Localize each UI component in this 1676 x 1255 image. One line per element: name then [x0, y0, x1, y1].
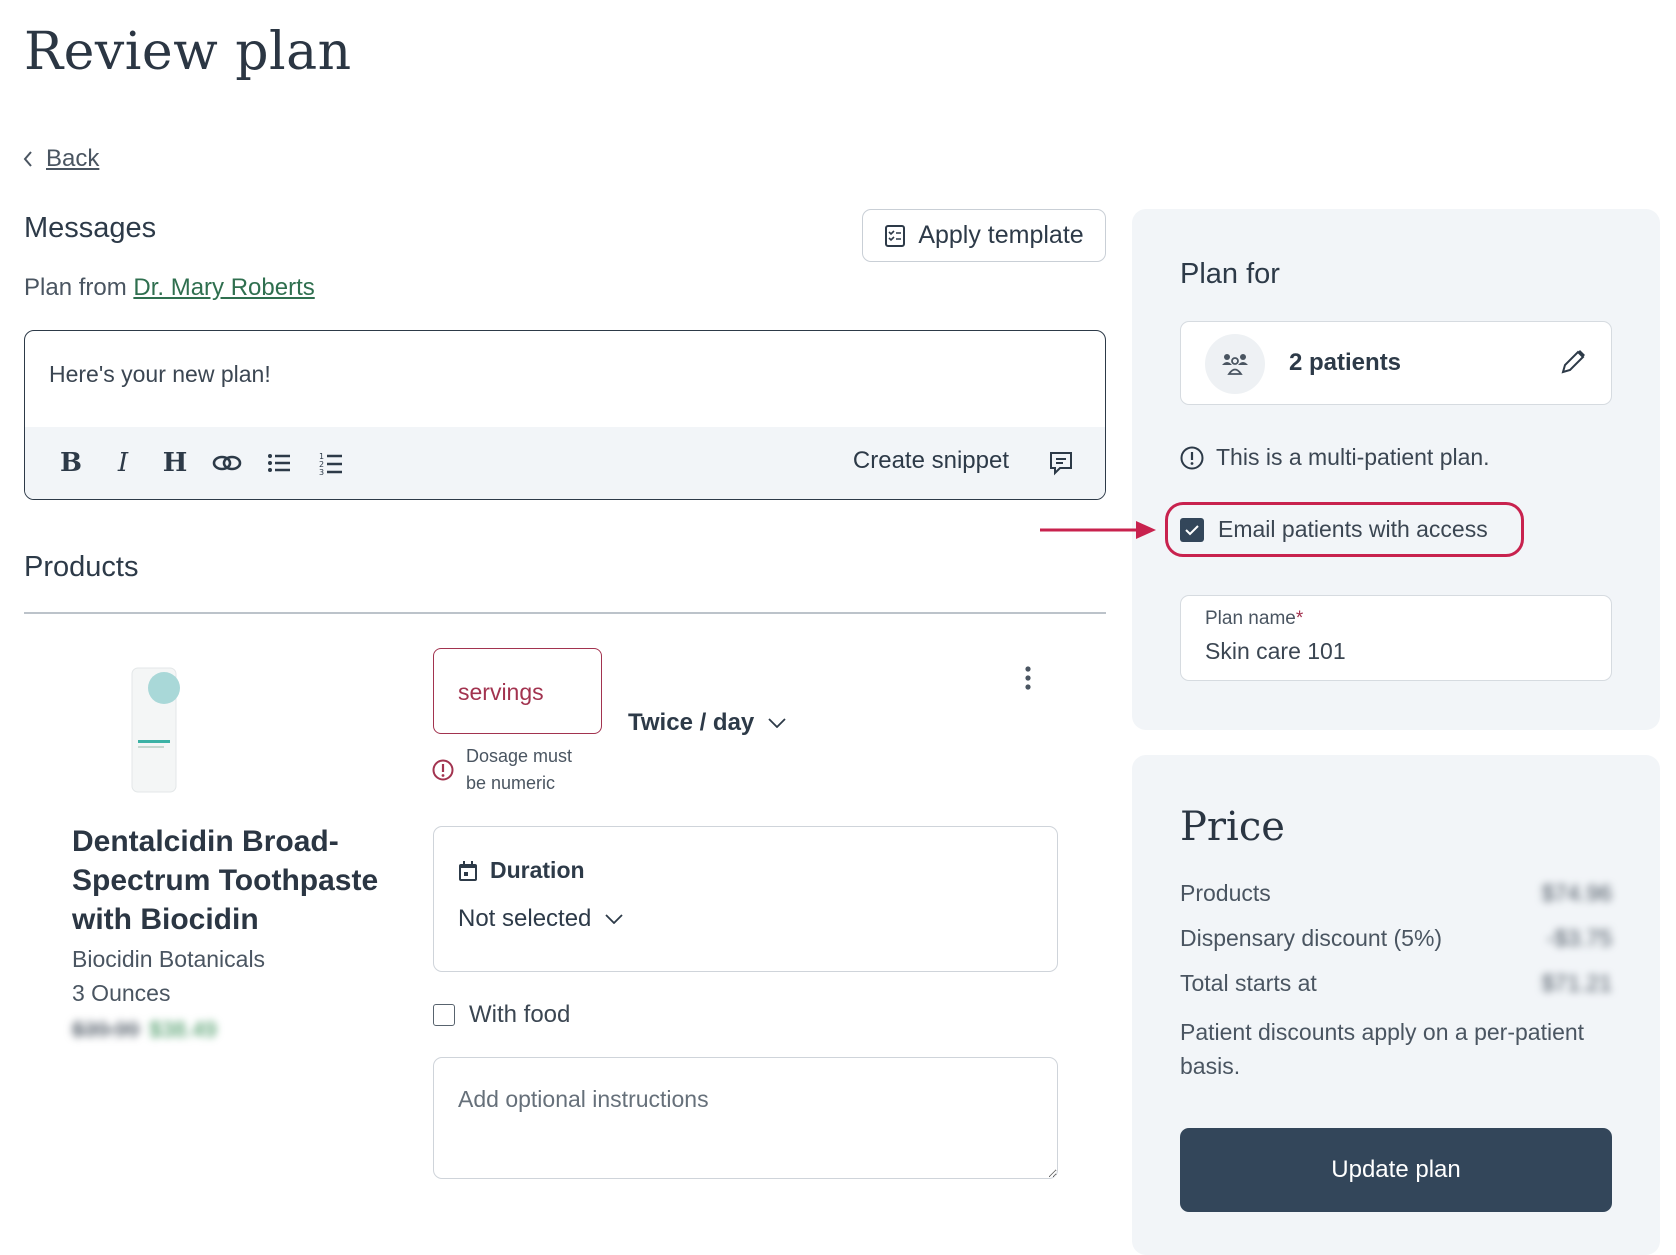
price-row-discount: Dispensary discount (5%) -$3.75	[1180, 925, 1612, 952]
numbered-list-button[interactable]: 123	[315, 447, 347, 479]
annotation-arrow-icon	[1040, 521, 1156, 539]
group-icon	[1222, 354, 1248, 375]
comment-icon	[1050, 452, 1072, 476]
with-food-option[interactable]: With food	[433, 1001, 570, 1029]
price-row-total: Total starts at $71.21	[1180, 970, 1612, 997]
duration-value: Not selected	[458, 905, 592, 932]
price-row-products: Products $74.96	[1180, 880, 1612, 907]
email-patients-checkbox[interactable]	[1180, 517, 1204, 542]
duration-select[interactable]: Not selected	[458, 905, 624, 933]
snippet-button[interactable]	[1045, 447, 1077, 479]
product-price-original: $39.99	[72, 1017, 140, 1042]
dosage-error-text: Dosage must be numeric	[466, 746, 573, 793]
bullet-list-button[interactable]	[263, 447, 295, 479]
dosage-input[interactable]: servings	[433, 648, 602, 734]
italic-button[interactable]: I	[107, 447, 139, 479]
price-row-amount: $71.21	[1541, 970, 1612, 996]
error-icon	[432, 759, 454, 781]
calendar-icon	[459, 860, 477, 881]
price-row-amount: -$3.75	[1546, 925, 1612, 951]
back-link[interactable]: Back	[22, 145, 99, 173]
patients-count: 2 patients	[1289, 349, 1402, 376]
message-editor[interactable]: Here's your new plan! B I H 123 Create s…	[24, 330, 1106, 500]
more-options-button[interactable]	[1018, 664, 1038, 694]
required-asterisk: *	[1295, 608, 1304, 629]
plan-name-input[interactable]	[1205, 638, 1585, 665]
frequency-value: Twice / day	[628, 709, 755, 736]
multi-patient-note-text: This is a multi-patient plan.	[1216, 444, 1490, 470]
heading-button[interactable]: H	[159, 447, 191, 479]
plan-from-prefix: Plan from	[24, 274, 134, 301]
info-icon	[1180, 446, 1204, 469]
product-image	[128, 664, 180, 796]
bullet-list-icon	[268, 454, 290, 472]
chevron-left-icon	[23, 151, 32, 167]
price-note: Patient discounts apply on a per-patient…	[1180, 1019, 1585, 1079]
pencil-icon	[1561, 350, 1585, 374]
price-row-label: Total starts at	[1180, 970, 1317, 996]
plan-name-field[interactable]: Plan name*	[1180, 595, 1612, 681]
checkmark-icon	[1185, 524, 1199, 535]
product-name[interactable]: Dentalcidin Broad-Spectrum Toothpaste wi…	[72, 822, 402, 939]
chevron-down-icon	[768, 718, 786, 728]
products-divider	[24, 612, 1106, 614]
with-food-checkbox[interactable]	[433, 1004, 455, 1026]
messages-heading: Messages	[24, 212, 157, 244]
multi-patient-note: This is a multi-patient plan.	[1180, 444, 1490, 471]
edit-patients-button[interactable]	[1559, 348, 1587, 381]
apply-template-label: Apply template	[918, 221, 1084, 249]
apply-template-button[interactable]: Apply template	[862, 209, 1106, 262]
chevron-down-icon	[605, 914, 624, 924]
plan-from: Plan from Dr. Mary Roberts	[24, 274, 315, 302]
back-link-label[interactable]: Back	[46, 145, 99, 173]
patients-card[interactable]: 2 patients	[1180, 321, 1612, 405]
frequency-select[interactable]: Twice / day	[628, 709, 786, 737]
plan-name-label: Plan name*	[1205, 608, 1303, 630]
dosage-error: Dosage must be numeric	[432, 743, 586, 797]
link-button[interactable]	[211, 447, 243, 479]
editor-toolbar: B I H 123 Create snippet	[25, 427, 1105, 499]
numbered-list-icon: 123	[319, 452, 342, 475]
price-row-amount: $74.96	[1541, 880, 1612, 906]
instructions-textarea[interactable]	[433, 1057, 1058, 1179]
plan-name-label-text: Plan name	[1205, 608, 1296, 629]
with-food-label: With food	[469, 1001, 571, 1028]
duration-label-text: Duration	[490, 857, 585, 883]
update-plan-button[interactable]: Update plan	[1180, 1128, 1612, 1212]
svg-text:3: 3	[319, 468, 324, 475]
price-row-label: Products	[1180, 880, 1271, 906]
doctor-link[interactable]: Dr. Mary Roberts	[133, 274, 314, 301]
plan-for-heading: Plan for	[1180, 258, 1280, 290]
price-heading: Price	[1180, 804, 1285, 850]
product-price: $39.99 $38.49	[72, 1017, 217, 1043]
duration-label: Duration	[458, 857, 585, 884]
create-snippet-button[interactable]: Create snippet	[853, 447, 1009, 475]
patients-avatar	[1205, 334, 1265, 394]
link-icon	[212, 455, 242, 471]
page-title: Review plan	[24, 22, 352, 82]
products-heading: Products	[24, 551, 139, 583]
product-brand: Biocidin Botanicals	[72, 946, 266, 972]
price-row-label: Dispensary discount (5%)	[1180, 925, 1443, 951]
product-price-discounted: $38.49	[149, 1017, 217, 1042]
product-size: 3 Ounces	[72, 980, 171, 1006]
bold-button[interactable]: B	[55, 447, 87, 479]
message-text[interactable]: Here's your new plan!	[49, 361, 271, 388]
duration-field[interactable]: Duration Not selected	[433, 826, 1058, 972]
email-patients-option[interactable]: Email patients with access	[1180, 516, 1488, 543]
checklist-icon	[885, 224, 906, 247]
kebab-menu-icon	[1025, 666, 1031, 690]
email-patients-label: Email patients with access	[1218, 516, 1488, 542]
